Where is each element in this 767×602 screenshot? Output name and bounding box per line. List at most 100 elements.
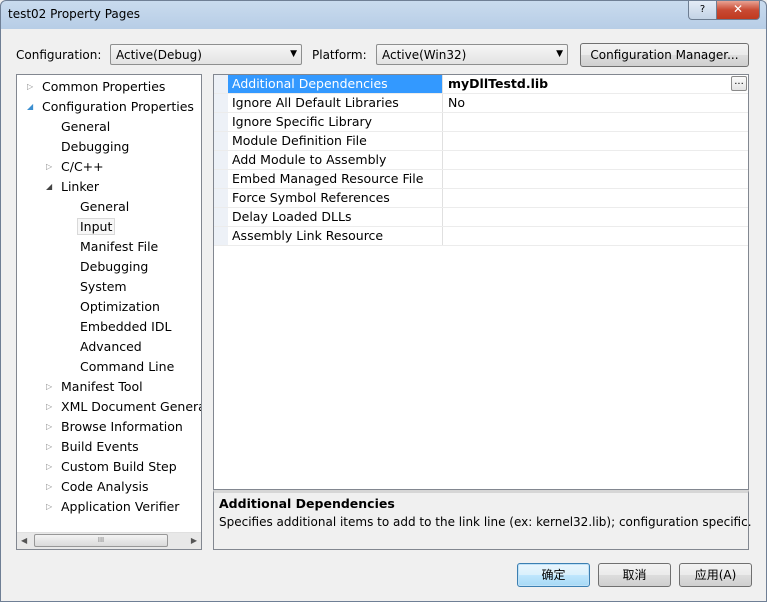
grid-row-margin — [214, 151, 228, 169]
tree-node-browse-information[interactable]: ▷ Browse Information — [46, 418, 183, 436]
configuration-combo[interactable]: Active(Debug) ▼ — [110, 44, 302, 65]
tree-horizontal-scrollbar[interactable]: ◀ III ▶ — [17, 532, 201, 549]
dropdown-arrow-icon: ▼ — [290, 49, 297, 59]
configuration-manager-button[interactable]: Configuration Manager... — [580, 43, 749, 67]
property-value[interactable] — [444, 132, 748, 150]
window-title: test02 Property Pages — [8, 7, 141, 21]
tree-node-cpp[interactable]: ▷ C/C++ — [46, 158, 104, 176]
collapse-arrow-icon[interactable]: ◢ — [27, 98, 33, 116]
tree-node-application-verifier[interactable]: ▷ Application Verifier — [46, 498, 179, 516]
tree-node-general[interactable]: General — [61, 118, 110, 136]
property-value[interactable] — [444, 113, 748, 131]
tree-node-label: Common Properties — [42, 79, 166, 94]
property-value[interactable] — [444, 189, 748, 207]
grid-row-margin — [214, 94, 228, 112]
platform-value: Active(Win32) — [382, 48, 467, 62]
grid-row-force-symbol-references[interactable]: Force Symbol References — [214, 189, 748, 208]
close-button[interactable]: ✕ — [717, 1, 760, 20]
tree-node-system[interactable]: System — [80, 278, 127, 296]
tree-node-manifest-tool[interactable]: ▷ Manifest Tool — [46, 378, 143, 396]
grid-row-ignore-all-default-libraries[interactable]: Ignore All Default Libraries No — [214, 94, 748, 113]
configuration-label: Configuration: — [16, 48, 102, 62]
tree-node-build-events[interactable]: ▷ Build Events — [46, 438, 139, 456]
grid-row-margin — [214, 75, 228, 93]
property-value[interactable]: myDllTestd.lib — [444, 75, 748, 93]
grid-row-delay-loaded-dlls[interactable]: Delay Loaded DLLs — [214, 208, 748, 227]
tree-node-configuration-properties[interactable]: ◢ Configuration Properties — [27, 98, 194, 116]
tree-node-label: Browse Information — [61, 419, 183, 434]
title-bar[interactable]: test02 Property Pages ? ✕ — [1, 1, 766, 29]
property-value[interactable] — [444, 151, 748, 169]
ellipsis-button[interactable]: ... — [731, 76, 747, 91]
tree-node-xml-document-generator[interactable]: ▷ XML Document Generat — [46, 398, 202, 416]
property-name[interactable]: Ignore All Default Libraries — [228, 94, 443, 112]
property-name[interactable]: Embed Managed Resource File — [228, 170, 443, 188]
tree-node-custom-build-step[interactable]: ▷ Custom Build Step — [46, 458, 177, 476]
tree-node-label: XML Document Generat — [61, 399, 202, 414]
tree-node-optimization[interactable]: Optimization — [80, 298, 160, 316]
tree-node-linker-general[interactable]: General — [80, 198, 129, 216]
description-panel: Additional Dependencies Specifies additi… — [213, 490, 752, 550]
grid-row-margin — [214, 132, 228, 150]
grid-row-ignore-specific-library[interactable]: Ignore Specific Library — [214, 113, 748, 132]
cancel-button[interactable]: 取消 — [598, 563, 671, 587]
expand-arrow-icon[interactable]: ▷ — [46, 158, 52, 176]
tree-node-linker-input[interactable]: Input — [77, 218, 116, 236]
configuration-value: Active(Debug) — [116, 48, 202, 62]
property-tree[interactable]: ▷ Common Properties ◢ Configuration Prop… — [16, 74, 202, 550]
apply-button[interactable]: 应用(A) — [679, 563, 752, 587]
grid-row-add-module-to-assembly[interactable]: Add Module to Assembly — [214, 151, 748, 170]
expand-arrow-icon[interactable]: ▷ — [27, 78, 33, 96]
expand-arrow-icon[interactable]: ▷ — [46, 438, 52, 456]
grid-row-module-definition-file[interactable]: Module Definition File — [214, 132, 748, 151]
tree-node-linker-debugging[interactable]: Debugging — [80, 258, 148, 276]
ok-button[interactable]: 确定 — [517, 563, 590, 587]
collapse-arrow-icon[interactable]: ◢ — [46, 178, 52, 196]
tree-node-common-properties[interactable]: ▷ Common Properties — [27, 78, 165, 96]
grid-row-margin — [214, 208, 228, 226]
grid-row-additional-dependencies[interactable]: Additional Dependencies myDllTestd.lib .… — [214, 75, 748, 94]
property-name[interactable]: Additional Dependencies — [228, 75, 443, 93]
property-name[interactable]: Force Symbol References — [228, 189, 443, 207]
expand-arrow-icon[interactable]: ▷ — [46, 458, 52, 476]
property-grid: Additional Dependencies myDllTestd.lib .… — [213, 74, 749, 490]
grid-row-embed-managed-resource-file[interactable]: Embed Managed Resource File — [214, 170, 748, 189]
expand-arrow-icon[interactable]: ▷ — [46, 378, 52, 396]
expand-arrow-icon[interactable]: ▷ — [46, 478, 52, 496]
description-title: Additional Dependencies — [219, 496, 395, 511]
grid-row-margin — [214, 189, 228, 207]
tree-node-linker[interactable]: ◢ Linker — [46, 178, 99, 196]
property-value[interactable] — [444, 170, 748, 188]
grid-row-margin — [214, 113, 228, 131]
expand-arrow-icon[interactable]: ▷ — [46, 398, 52, 416]
help-button[interactable]: ? — [688, 1, 717, 20]
property-value[interactable] — [444, 208, 748, 226]
property-name[interactable]: Assembly Link Resource — [228, 227, 443, 245]
tree-node-label: Code Analysis — [61, 479, 149, 494]
dialog-client-area: Configuration: Active(Debug) ▼ Platform:… — [5, 30, 762, 597]
expand-arrow-icon[interactable]: ▷ — [46, 418, 52, 436]
tree-node-manifest-file[interactable]: Manifest File — [80, 238, 158, 256]
tree-node-label: Build Events — [61, 439, 139, 454]
expand-arrow-icon[interactable]: ▷ — [46, 498, 52, 516]
property-name[interactable]: Add Module to Assembly — [228, 151, 443, 169]
tree-node-debugging[interactable]: Debugging — [61, 138, 129, 156]
grid-row-assembly-link-resource[interactable]: Assembly Link Resource — [214, 227, 748, 246]
scroll-left-icon[interactable]: ◀ — [21, 536, 27, 545]
property-name[interactable]: Delay Loaded DLLs — [228, 208, 443, 226]
property-value[interactable]: No — [444, 94, 748, 112]
tree-node-label: Linker — [61, 179, 99, 194]
tree-node-advanced[interactable]: Advanced — [80, 338, 142, 356]
scroll-thumb[interactable]: III — [34, 534, 168, 547]
property-value[interactable] — [444, 227, 748, 245]
grid-row-margin — [214, 170, 228, 188]
scroll-right-icon[interactable]: ▶ — [191, 536, 197, 545]
tree-node-embedded-idl[interactable]: Embedded IDL — [80, 318, 171, 336]
property-name[interactable]: Ignore Specific Library — [228, 113, 443, 131]
tree-node-code-analysis[interactable]: ▷ Code Analysis — [46, 478, 148, 496]
tree-node-command-line[interactable]: Command Line — [80, 358, 174, 376]
property-name[interactable]: Module Definition File — [228, 132, 443, 150]
platform-combo[interactable]: Active(Win32) ▼ — [376, 44, 568, 65]
property-pages-window: test02 Property Pages ? ✕ Configuration:… — [0, 0, 767, 602]
tree-node-label: Configuration Properties — [42, 99, 194, 114]
